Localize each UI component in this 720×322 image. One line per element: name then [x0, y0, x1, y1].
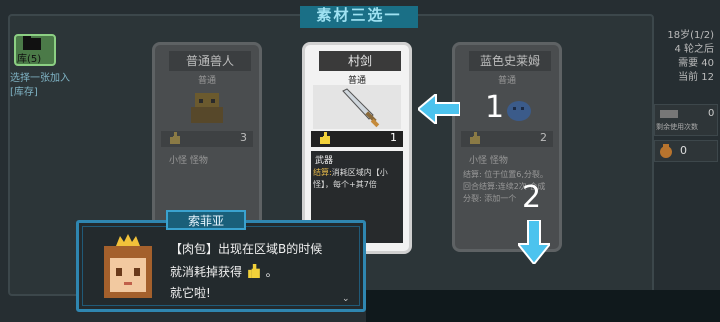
card-name: 普通兽人	[169, 51, 251, 71]
thumbs-up-icon	[470, 132, 480, 144]
annotation-number-2: 2	[522, 180, 542, 215]
scroll-icon	[660, 110, 678, 118]
card-cost: 1	[390, 131, 397, 144]
current-points: 当前 12	[678, 72, 714, 83]
arrow-down-icon	[518, 220, 550, 264]
card-cost-bar: 2	[461, 131, 553, 147]
uses-remaining-value: 0	[708, 108, 715, 119]
character-portrait	[104, 234, 152, 298]
bag-icon	[660, 144, 672, 158]
card-name: 蓝色史莱姆	[469, 51, 551, 71]
dialog-line-3: 就它啦!	[170, 286, 211, 300]
slime-icon	[507, 101, 531, 121]
thumbs-up-icon	[320, 132, 330, 144]
bottom-strip	[366, 290, 720, 322]
deck-label: 库(5)	[17, 54, 42, 65]
thumbs-up-icon	[170, 132, 180, 144]
folder-icon	[23, 36, 41, 50]
card-tags: 小怪 怪物	[169, 156, 208, 166]
card-name: 村剑	[319, 51, 401, 71]
uses-remaining-label: 剩余使用次数	[656, 123, 698, 131]
card-cost: 3	[240, 131, 247, 144]
required-points: 需要 40	[678, 58, 714, 69]
card-cost: 2	[540, 131, 547, 144]
turns-remaining: 4 轮之后	[674, 44, 714, 55]
card-type: 武器	[315, 156, 334, 166]
thumbs-up-icon	[248, 264, 260, 278]
coin-value: 0	[680, 144, 687, 157]
dialog-line-2: 就消耗掉获得 。	[170, 264, 278, 279]
speaker-name: 索菲亚	[187, 214, 224, 228]
sword-icon	[313, 85, 401, 129]
card-cost-bar: 3	[161, 131, 253, 147]
card-description: 结算:消耗区域内【小怪】，每个+其7倍	[313, 168, 388, 189]
annotation-number-1: 1	[485, 90, 505, 125]
dialog-line-1: 【肉包】出现在区域B的时候	[170, 242, 323, 256]
dialog-continue-icon[interactable]: ⌄	[342, 294, 350, 304]
stats-panel: 18岁(1/2) 4 轮之后 需要 40 当前 12	[652, 22, 716, 84]
arrow-left-icon	[418, 94, 460, 124]
orc-icon	[191, 93, 223, 123]
age-counter: 18岁(1/2)	[667, 30, 714, 41]
page-title: 素材三选一	[316, 6, 402, 24]
deck-hint: 选择一张加入[库存]	[10, 73, 70, 98]
card-tags: 小怪 怪物	[469, 156, 508, 166]
card-cost-bar: 1	[311, 131, 403, 147]
